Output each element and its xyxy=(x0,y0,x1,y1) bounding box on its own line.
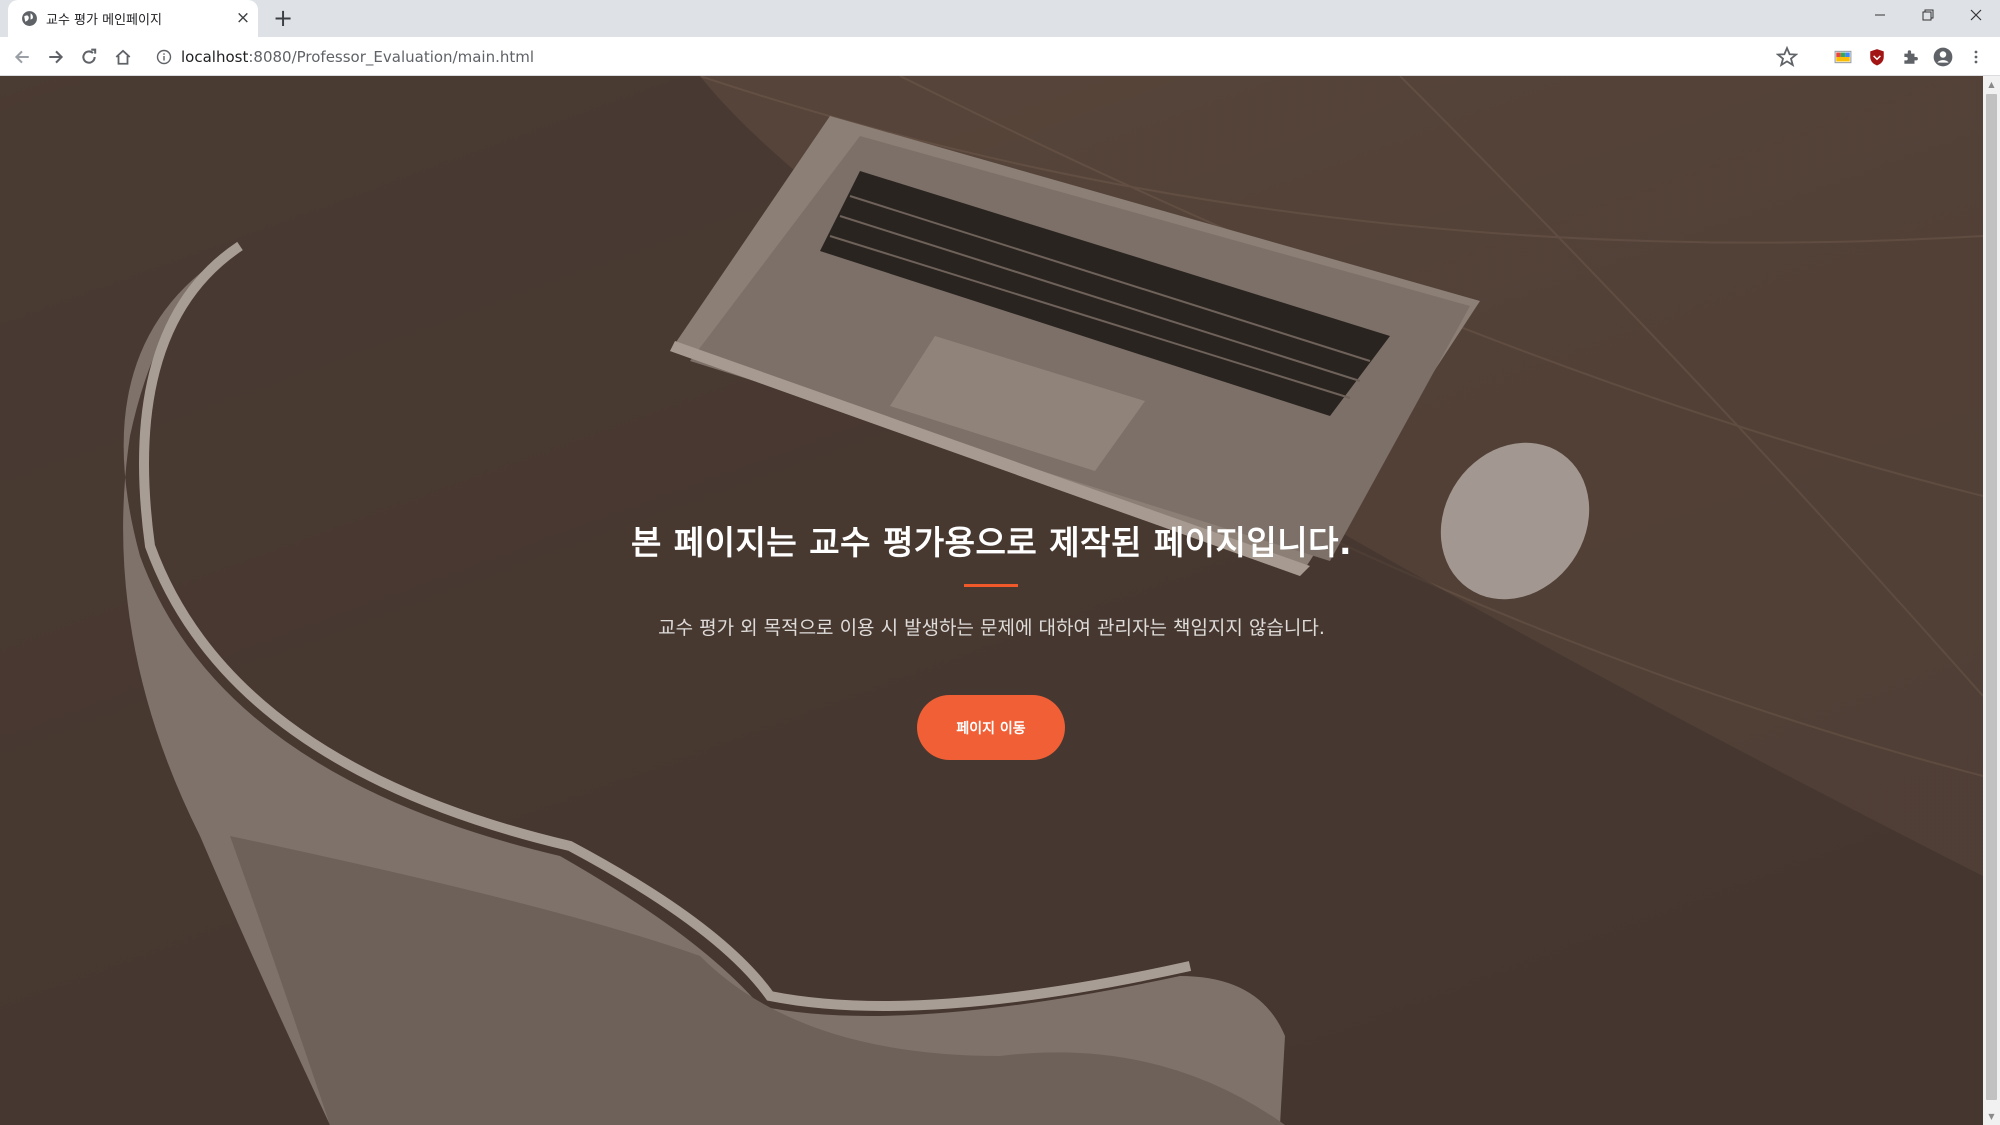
account-icon xyxy=(1933,47,1953,67)
arrow-right-icon xyxy=(49,50,64,64)
home-button[interactable] xyxy=(110,44,136,70)
scroll-down-arrow-icon[interactable]: ▼ xyxy=(1987,1112,1996,1121)
extension-color-picker[interactable] xyxy=(1830,44,1856,70)
browser-tab[interactable]: 교수 평가 메인페이지 × xyxy=(8,0,258,37)
puzzle-icon xyxy=(1904,50,1918,64)
extensions-button[interactable] xyxy=(1897,44,1923,70)
shield-icon xyxy=(1870,49,1884,66)
url-host: localhost xyxy=(181,48,249,66)
page-viewport: 본 페이지는 교수 평가용으로 제작된 페이지입니다. 교수 평가 외 목적으로… xyxy=(0,76,1983,1125)
globe-icon xyxy=(22,11,37,26)
menu-button[interactable] xyxy=(1963,44,1989,70)
reload-button[interactable] xyxy=(76,44,102,70)
hero-section: 본 페이지는 교수 평가용으로 제작된 페이지입니다. 교수 평가 외 목적으로… xyxy=(0,76,1983,1125)
url-path: :8080/Professor_Evaluation/main.html xyxy=(248,48,535,66)
info-icon[interactable] xyxy=(156,49,172,65)
vertical-scrollbar[interactable]: ▲ ▼ xyxy=(1983,76,2000,1125)
profile-button[interactable] xyxy=(1930,44,1956,70)
forward-button[interactable] xyxy=(43,44,69,70)
scrollbar-thumb[interactable] xyxy=(1986,94,1997,1100)
browser-toolbar: localhost:8080/Professor_Evaluation/main… xyxy=(0,37,2000,76)
scroll-up-arrow-icon[interactable]: ▲ xyxy=(1987,80,1996,89)
star-icon[interactable] xyxy=(1776,46,1798,68)
title-divider xyxy=(964,584,1018,587)
tab-close-icon[interactable]: × xyxy=(234,9,252,27)
tab-title: 교수 평가 메인페이지 xyxy=(46,13,162,28)
address-bar[interactable]: localhost:8080/Professor_Evaluation/main… xyxy=(146,42,1798,72)
more-vert-icon xyxy=(1974,50,1978,64)
url-text[interactable]: localhost:8080/Professor_Evaluation/main… xyxy=(181,48,534,66)
minimize-icon[interactable] xyxy=(1856,0,1904,30)
arrow-left-icon xyxy=(14,50,29,64)
tab-strip: 교수 평가 메인페이지 × + xyxy=(0,0,2000,37)
color-picker-icon xyxy=(1834,50,1852,64)
reload-icon xyxy=(82,48,97,64)
back-button[interactable] xyxy=(9,44,35,70)
home-icon xyxy=(115,49,131,65)
close-window-icon[interactable] xyxy=(1952,0,2000,30)
extension-shield[interactable] xyxy=(1864,44,1890,70)
navigate-page-button[interactable]: 페이지 이동 xyxy=(917,695,1065,760)
restore-icon[interactable] xyxy=(1904,0,1952,30)
page-subtitle: 교수 평가 외 목적으로 이용 시 발생하는 문제에 대하여 관리자는 책임지지… xyxy=(658,617,1325,639)
page-title: 본 페이지는 교수 평가용으로 제작된 페이지입니다. xyxy=(630,523,1353,562)
new-tab-button[interactable]: + xyxy=(270,6,296,32)
